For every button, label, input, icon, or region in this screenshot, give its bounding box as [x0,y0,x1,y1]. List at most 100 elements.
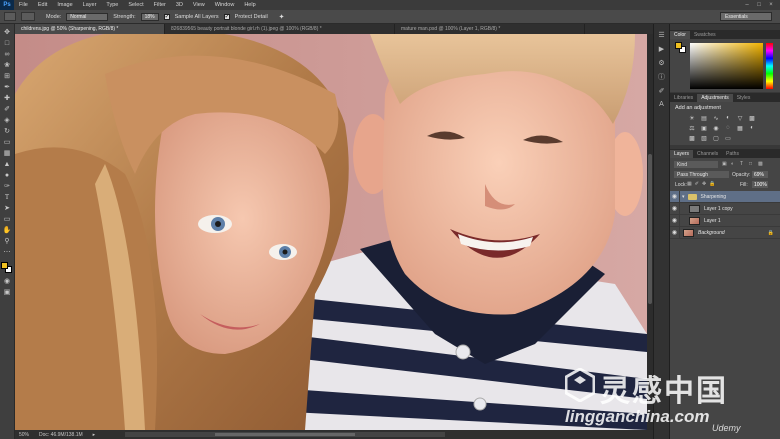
channel-mixer-icon[interactable]: ◌ [724,124,732,132]
panel-color-swatches[interactable] [675,42,687,54]
layer-row-layer-1-copy[interactable]: ◉ Layer 1 copy [670,202,780,215]
tab-channels[interactable]: Channels [693,150,722,158]
maximize-icon[interactable]: □ [755,2,763,8]
tab-color[interactable]: Color [670,31,690,39]
threshold-icon[interactable]: ▧ [700,134,708,142]
fill-input[interactable]: 100% [752,181,768,188]
status-arrow-icon[interactable]: ▸ [93,432,96,438]
lock-all-icon[interactable]: 🔒 [709,181,715,187]
more-tools-icon[interactable]: ⋯ [2,248,12,256]
tab-layers[interactable]: Layers [670,150,694,158]
panel-foreground-swatch[interactable] [675,42,682,49]
lock-pixels-icon[interactable]: ✐ [695,181,699,187]
brush-preset-picker[interactable] [21,12,35,21]
dodge-tool-icon[interactable]: ● [2,171,12,179]
path-select-tool-icon[interactable]: ➤ [2,204,12,212]
lock-position-icon[interactable]: ✥ [702,181,706,187]
lock-transparency-icon[interactable]: ▦ [687,181,692,187]
layer-row-background[interactable]: ◉ Background 🔒 [670,226,780,239]
visibility-eye-icon[interactable]: ◉ [670,226,680,239]
black-white-icon[interactable]: ▣ [700,124,708,132]
close-icon[interactable]: × [767,2,775,8]
history-icon[interactable]: ☰ [657,30,667,39]
posterize-icon[interactable]: ▩ [688,134,696,142]
type-tool-icon[interactable]: T [2,193,12,201]
healing-brush-tool-icon[interactable]: ✚ [2,94,12,102]
shape-filter-icon[interactable]: □ [749,161,755,167]
mode-select[interactable]: Normal [66,12,109,21]
menu-filter[interactable]: Filter [149,2,171,8]
tab-styles[interactable]: Styles [733,94,755,102]
menu-type[interactable]: Type [101,2,123,8]
color-swatches[interactable] [1,262,13,274]
opacity-input[interactable]: 69% [752,171,768,178]
pixel-filter-icon[interactable]: ▣ [722,161,728,167]
menu-view[interactable]: View [188,2,210,8]
pen-tool-icon[interactable]: ✑ [2,182,12,190]
tab-childrens[interactable]: childrens.jpg @ 50% (Sharpening, RGB/8) … [15,24,165,34]
gradient-map-icon[interactable]: ▭ [724,134,732,142]
levels-icon[interactable]: ▤ [700,114,708,122]
brush-tool-icon[interactable]: ✐ [2,105,12,113]
blend-mode-select[interactable]: Pass Through [674,171,729,178]
tab-mature-man[interactable]: mature man.psd @ 100% (Layer 1, RGB/8) * [395,24,585,34]
tab-blonde-girl[interactable]: 826839565 beauty portrait blonde girl.rh… [165,24,395,34]
brush-panel-icon[interactable]: ✐ [657,86,667,95]
history-brush-tool-icon[interactable]: ↻ [2,127,12,135]
menu-help[interactable]: Help [239,2,260,8]
visibility-eye-icon[interactable]: ◉ [670,214,680,227]
hue-slider[interactable] [766,43,773,89]
sharpen-tool-icon[interactable]: ▲ [2,160,12,168]
hue-saturation-icon[interactable]: ▩ [748,114,756,122]
menu-select[interactable]: Select [123,2,148,8]
smart-object-filter-icon[interactable]: ▩ [758,161,764,167]
menu-3d[interactable]: 3D [171,2,188,8]
brightness-contrast-icon[interactable]: ☀ [688,114,696,122]
workspace-select[interactable]: Essentials [720,12,772,21]
tool-preset-picker[interactable] [4,12,16,21]
visibility-eye-icon[interactable]: ◉ [670,190,680,203]
vertical-scroll-thumb[interactable] [648,154,652,304]
minimize-icon[interactable]: – [743,2,751,8]
foreground-color-swatch[interactable] [1,262,8,269]
clone-stamp-tool-icon[interactable]: ◈ [2,116,12,124]
gradient-tool-icon[interactable]: ▦ [2,149,12,157]
photo-filter-icon[interactable]: ◉ [712,124,720,132]
menu-edit[interactable]: Edit [33,2,52,8]
pressure-icon[interactable]: ✦ [279,13,285,21]
color-picker-field[interactable] [690,43,763,89]
menu-file[interactable]: File [14,2,33,8]
exposure-icon[interactable]: ◐ [724,114,732,122]
character-icon[interactable]: A [657,100,667,109]
adjustment-filter-icon[interactable]: ◐ [731,161,737,167]
zoom-tool-icon[interactable]: ⚲ [2,237,12,245]
document-canvas[interactable] [15,34,647,430]
protect-detail-checkbox[interactable] [223,13,230,20]
quick-mask-icon[interactable]: ◉ [2,277,12,285]
horizontal-scrollbar[interactable] [125,432,446,437]
menu-image[interactable]: Image [52,2,77,8]
zoom-level[interactable]: 50% [19,432,29,438]
color-lookup-icon[interactable]: ▦ [736,124,744,132]
quick-select-tool-icon[interactable]: ❀ [2,61,12,69]
menu-window[interactable]: Window [210,2,240,8]
tab-paths[interactable]: Paths [722,150,743,158]
screen-mode-icon[interactable]: ▣ [2,288,12,296]
crop-tool-icon[interactable]: ⊞ [2,72,12,80]
horizontal-scroll-thumb[interactable] [215,433,356,436]
menu-layer[interactable]: Layer [78,2,102,8]
strength-input[interactable]: 18% [140,12,159,21]
tab-swatches[interactable]: Swatches [690,31,720,39]
actions-icon[interactable]: ▶ [657,44,667,53]
info-icon[interactable]: ⓘ [657,72,667,81]
visibility-eye-icon[interactable]: ◉ [670,202,680,215]
layer-row-sharpening[interactable]: ◉ ▾ Sharpening [670,190,780,203]
color-balance-icon[interactable]: ⚖ [688,124,696,132]
layer-filter-kind[interactable]: Kind [674,161,718,168]
marquee-tool-icon[interactable]: □ [2,39,12,47]
lasso-tool-icon[interactable]: ∞ [2,50,12,58]
vibrance-icon[interactable]: ▽ [736,114,744,122]
hand-tool-icon[interactable]: ✋ [2,226,12,234]
eyedropper-tool-icon[interactable]: ✒ [2,83,12,91]
curves-icon[interactable]: ∿ [712,114,720,122]
